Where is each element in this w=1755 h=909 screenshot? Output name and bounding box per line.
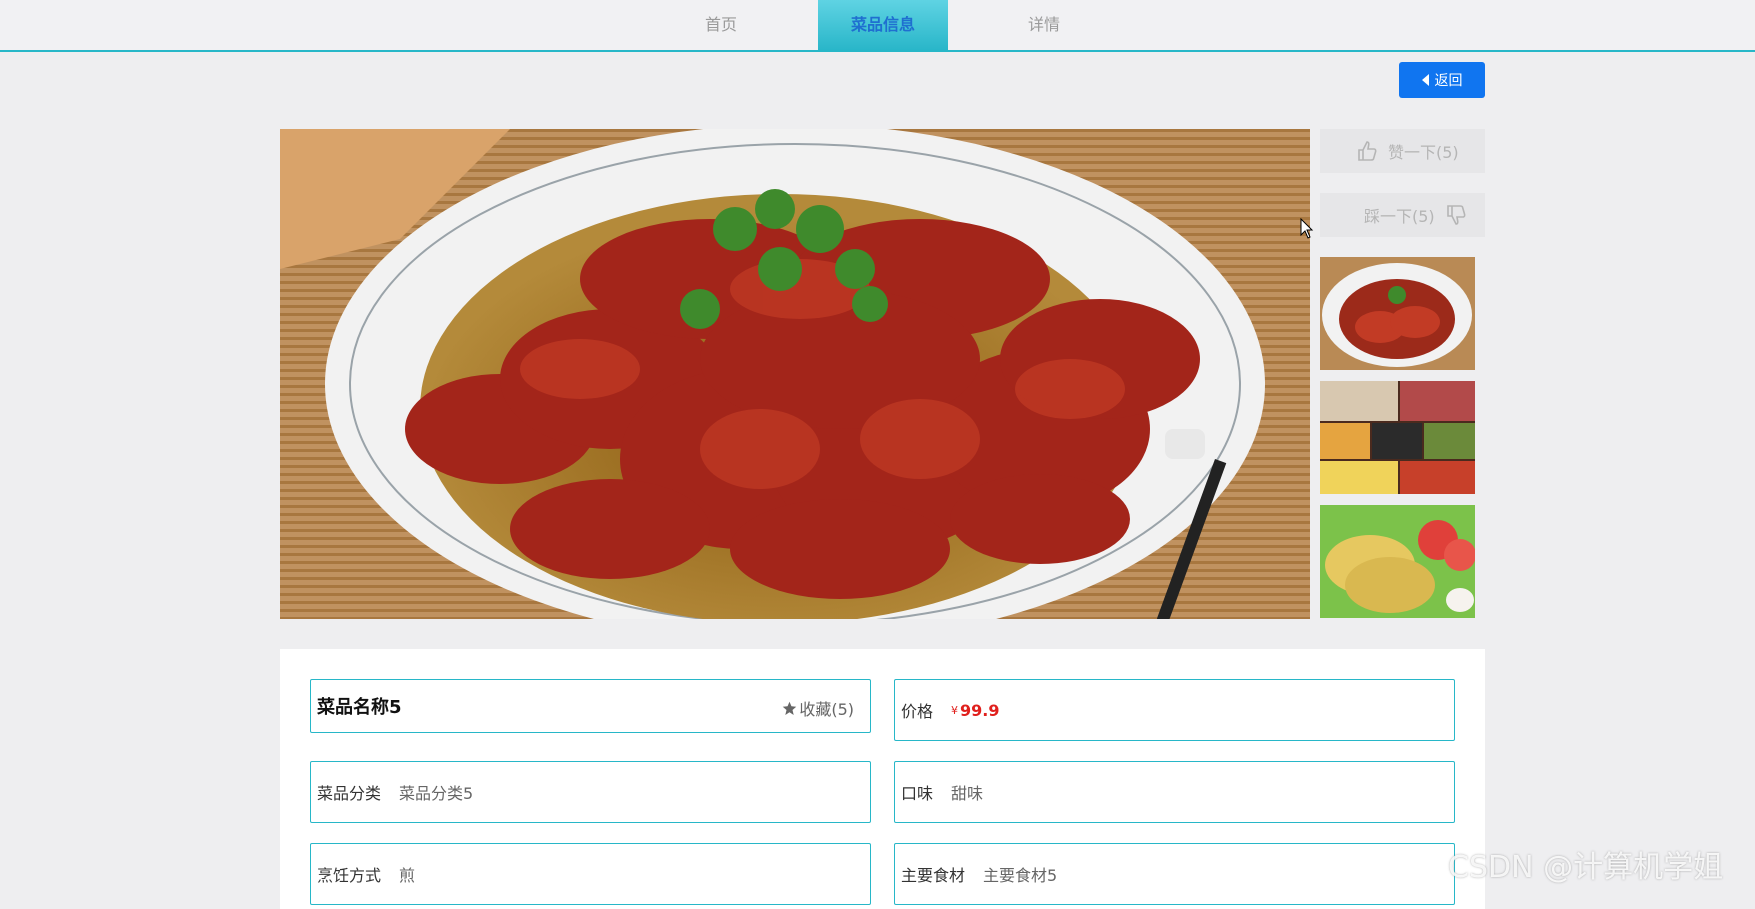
top-nav: 首页 菜品信息 详情	[0, 0, 1755, 52]
price-field: 价格 ¥ 99.9	[894, 679, 1455, 741]
like-label: 赞一下(5)	[1388, 143, 1459, 162]
back-caret-icon	[1421, 74, 1429, 86]
thumbs-down-icon	[1446, 205, 1466, 225]
taste-value: 甜味	[951, 784, 984, 803]
main-dish-image	[280, 129, 1310, 619]
dish-name: 菜品名称5	[317, 697, 402, 718]
category-value: 菜品分类5	[399, 784, 474, 803]
star-icon	[783, 701, 797, 715]
taste-field: 口味 甜味	[894, 761, 1455, 823]
nav-tab-detail[interactable]: 详情	[979, 0, 1109, 50]
dish-name-field: 菜品名称5 收藏(5)	[310, 679, 871, 733]
dislike-button[interactable]: 踩一下(5)	[1320, 193, 1485, 237]
main-ingredient-value: 主要食材5	[983, 866, 1058, 885]
like-button[interactable]: 赞一下(5)	[1320, 129, 1485, 173]
back-button[interactable]: 返回	[1399, 62, 1485, 98]
favorite-button[interactable]: 收藏(5)	[782, 696, 854, 720]
thumbnail-dumplings[interactable]	[1320, 505, 1475, 618]
cooking-method-value: 煎	[399, 866, 416, 885]
cooking-method-label: 烹饪方式	[317, 866, 382, 885]
category-field: 菜品分类 菜品分类5	[310, 761, 871, 823]
dislike-label: 踩一下(5)	[1364, 207, 1435, 226]
taste-label: 口味	[901, 784, 934, 803]
thumbnail-platter[interactable]	[1320, 381, 1475, 494]
back-button-label: 返回	[1434, 73, 1463, 89]
nav-tab-home[interactable]: 首页	[656, 0, 786, 50]
thumbnail-crayfish[interactable]	[1320, 257, 1475, 370]
category-label: 菜品分类	[317, 784, 382, 803]
nav-tab-dish-info[interactable]: 菜品信息	[818, 0, 948, 50]
price-symbol: ¥	[951, 703, 959, 717]
mouse-cursor-icon	[1300, 218, 1314, 239]
price-value: 99.9	[960, 700, 1000, 720]
price-label: 价格	[901, 702, 934, 721]
thumbs-up-icon	[1358, 141, 1377, 161]
main-ingredient-label: 主要食材	[901, 866, 966, 885]
dish-info-panel: 菜品名称5 收藏(5) 价格 ¥ 99.9 菜品分类 菜品分类5 口味 甜味 烹…	[280, 649, 1485, 909]
favorite-label: 收藏(5)	[799, 700, 854, 719]
watermark: CSDN @计算机学姐	[1448, 850, 1724, 885]
